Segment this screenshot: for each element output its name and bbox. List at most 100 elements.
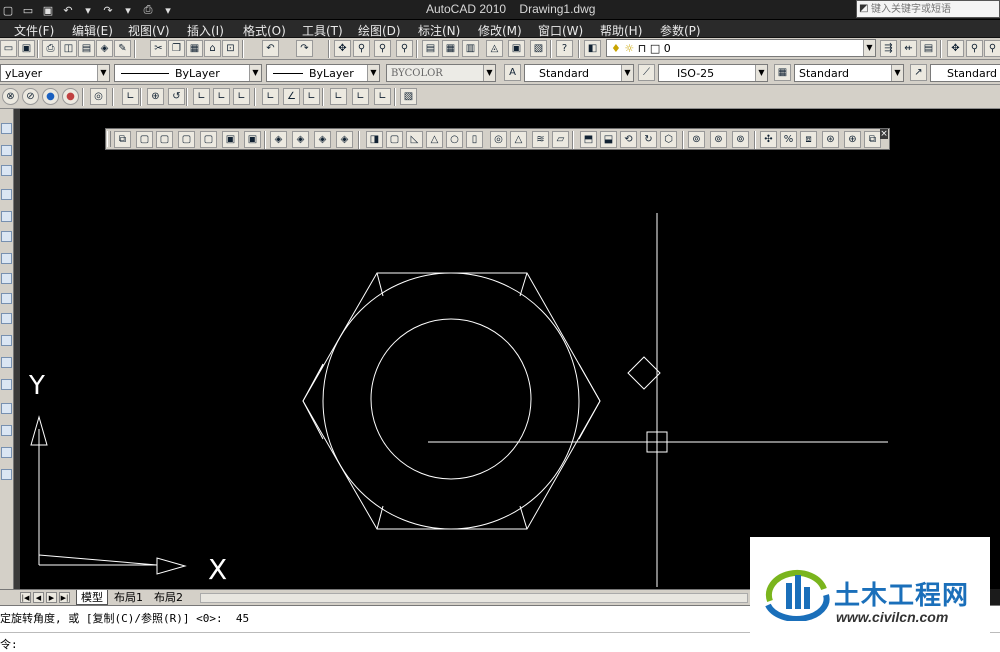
menu-help[interactable]: 帮助(H) bbox=[600, 22, 642, 39]
pyramid-icon[interactable]: △ bbox=[510, 131, 527, 148]
planar-surface-icon[interactable]: ▱ bbox=[552, 131, 569, 148]
tool-palettes-icon[interactable]: ▥ bbox=[462, 40, 479, 57]
undo-icon[interactable]: ↶ bbox=[262, 40, 279, 57]
menu-dimension[interactable]: 标注(N) bbox=[418, 22, 460, 39]
dimension-style-dropdown[interactable]: ISO-25 ▼ bbox=[658, 64, 768, 82]
table-style-icon[interactable]: ▦ bbox=[774, 64, 791, 81]
modeling-tool-icon[interactable] bbox=[1, 469, 12, 480]
prev-tab-icon[interactable]: ◀ bbox=[33, 592, 44, 603]
3d-move-icon[interactable]: ✣ bbox=[760, 131, 777, 148]
text-style-icon[interactable]: A bbox=[504, 64, 521, 81]
ucs-x-icon[interactable]: ∟ bbox=[330, 88, 347, 105]
torus-icon[interactable]: ◎ bbox=[490, 131, 507, 148]
subtract-icon[interactable]: ⊚ bbox=[710, 131, 727, 148]
last-tab-icon[interactable]: ▶| bbox=[59, 592, 70, 603]
materials-icon[interactable]: ● bbox=[42, 88, 59, 105]
print-icon[interactable]: ⎙ bbox=[140, 2, 156, 18]
ucs-y-icon[interactable]: ∟ bbox=[352, 88, 369, 105]
ucs-z-axis-icon[interactable]: ∠ bbox=[283, 88, 300, 105]
ucs-face-icon[interactable]: ∟ bbox=[193, 88, 210, 105]
isometric-view-icon[interactable]: ◈ bbox=[314, 131, 331, 148]
3d-rotate-icon[interactable]: % bbox=[780, 131, 797, 148]
modeling-tool-icon[interactable] bbox=[1, 123, 12, 134]
apply-ucs-icon[interactable]: ▧ bbox=[400, 88, 417, 105]
box-view-icon[interactable]: ▣ bbox=[222, 131, 239, 148]
first-tab-icon[interactable]: |◀ bbox=[20, 592, 31, 603]
plot-preview-icon[interactable]: ◫ bbox=[60, 40, 77, 57]
new-file-icon[interactable]: ▢ bbox=[0, 2, 16, 18]
ucs-world-icon[interactable]: ⊕ bbox=[147, 88, 164, 105]
quickcalc-icon[interactable]: ▧ bbox=[530, 40, 547, 57]
undo-icon[interactable]: ↶ bbox=[60, 2, 76, 18]
ucs-object-icon[interactable]: ∟ bbox=[213, 88, 230, 105]
sheet-set-icon[interactable]: ◬ bbox=[486, 40, 503, 57]
dropdown-arrow-icon[interactable]: ▾ bbox=[160, 2, 176, 18]
3d-mirror-icon[interactable]: ⊕ bbox=[844, 131, 861, 148]
publish-icon[interactable]: ▤ bbox=[78, 40, 95, 57]
helix-icon[interactable]: ≋ bbox=[532, 131, 549, 148]
layer-state-icon[interactable]: ▤ bbox=[920, 40, 937, 57]
box-icon[interactable]: ▢ bbox=[386, 131, 403, 148]
search-box[interactable]: ◩ bbox=[856, 0, 1000, 18]
modeling-tool-icon[interactable] bbox=[1, 425, 12, 436]
modeling-tool-icon[interactable] bbox=[1, 273, 12, 284]
zoom-previous-icon[interactable]: ⚲ bbox=[396, 40, 413, 57]
menu-edit[interactable]: 编辑(E) bbox=[72, 22, 113, 39]
plot-style-dropdown[interactable]: BYCOLOR ▼ bbox=[386, 64, 496, 82]
ucs-previous-icon[interactable]: ↺ bbox=[168, 88, 185, 105]
command-input[interactable] bbox=[30, 634, 730, 650]
markup-set-icon[interactable]: ▣ bbox=[508, 40, 525, 57]
make-current-layer-icon[interactable]: ⇶ bbox=[880, 40, 897, 57]
modeling-tool-icon[interactable] bbox=[1, 293, 12, 304]
plot-icon[interactable]: ⎙ bbox=[42, 40, 59, 57]
menu-window[interactable]: 窗口(W) bbox=[538, 22, 583, 39]
zoom-window-icon[interactable]: ⚲ bbox=[374, 40, 391, 57]
revolve-icon[interactable]: ↻ bbox=[640, 131, 657, 148]
isometric-view-icon[interactable]: ◈ bbox=[336, 131, 353, 148]
intersect-icon[interactable]: ⊚ bbox=[732, 131, 749, 148]
advanced-render-settings-icon[interactable]: ◎ bbox=[90, 88, 107, 105]
save-icon[interactable]: ▣ bbox=[40, 2, 56, 18]
text-style-dropdown[interactable]: Standard ▼ bbox=[524, 64, 634, 82]
box-view-icon[interactable]: ▢ bbox=[136, 131, 153, 148]
design-center-icon[interactable]: ▦ bbox=[442, 40, 459, 57]
isometric-view-icon[interactable]: ◈ bbox=[292, 131, 309, 148]
section-plane-icon[interactable]: ⧉ bbox=[114, 131, 131, 148]
menu-view[interactable]: 视图(V) bbox=[128, 22, 170, 39]
menu-tools[interactable]: 工具(T) bbox=[302, 22, 343, 39]
modeling-tool-icon[interactable] bbox=[1, 357, 12, 368]
dropdown-arrow-icon[interactable]: ▾ bbox=[80, 2, 96, 18]
markup-icon[interactable]: ✎ bbox=[114, 40, 131, 57]
lineweight-control-dropdown[interactable]: ByLayer ▼ bbox=[266, 64, 380, 82]
menu-insert[interactable]: 插入(I) bbox=[187, 22, 224, 39]
union-icon[interactable]: ⊚ bbox=[688, 131, 705, 148]
sphere-icon[interactable]: ○ bbox=[446, 131, 463, 148]
horizontal-scrollbar[interactable] bbox=[200, 593, 748, 603]
polysolid-icon[interactable]: ◨ bbox=[366, 131, 383, 148]
modeling-tool-icon[interactable] bbox=[1, 231, 12, 242]
zoom-realtime-icon[interactable]: ⚲ bbox=[353, 40, 370, 57]
table-style-dropdown[interactable]: Standard ▼ bbox=[794, 64, 904, 82]
layer-dropdown[interactable]: ♦ ☼ ⊓ □ 0 ▼ bbox=[606, 39, 876, 57]
dropdown-arrow-icon[interactable]: ▾ bbox=[120, 2, 136, 18]
redo-icon[interactable]: ↷ bbox=[296, 40, 313, 57]
cone-icon[interactable]: △ bbox=[426, 131, 443, 148]
isometric-view-icon[interactable]: ◈ bbox=[270, 131, 287, 148]
box-view-icon[interactable]: ▢ bbox=[200, 131, 217, 148]
copy-icon[interactable]: ❐ bbox=[168, 40, 185, 57]
menu-modify[interactable]: 修改(M) bbox=[478, 22, 522, 39]
render-environment-icon[interactable]: ● bbox=[62, 88, 79, 105]
menu-format[interactable]: 格式(O) bbox=[243, 22, 286, 39]
color-control-dropdown[interactable]: yLayer ▼ bbox=[0, 64, 110, 82]
menu-draw[interactable]: 绘图(D) bbox=[358, 22, 401, 39]
modeling-tool-icon[interactable] bbox=[1, 313, 12, 324]
extrude-icon[interactable]: ⬒ bbox=[580, 131, 597, 148]
block-editor-icon[interactable]: ⊡ bbox=[222, 40, 239, 57]
layer-properties-icon[interactable]: ◧ bbox=[584, 40, 601, 57]
box-view-icon[interactable]: ▣ bbox=[244, 131, 261, 148]
tab-model[interactable]: 模型 bbox=[76, 590, 108, 605]
redo-icon[interactable]: ↷ bbox=[100, 2, 116, 18]
ucs-3point-icon[interactable]: ∟ bbox=[303, 88, 320, 105]
hide-icon[interactable]: ⊗ bbox=[2, 88, 19, 105]
zoom-window-icon[interactable]: ⚲ bbox=[984, 40, 1000, 57]
